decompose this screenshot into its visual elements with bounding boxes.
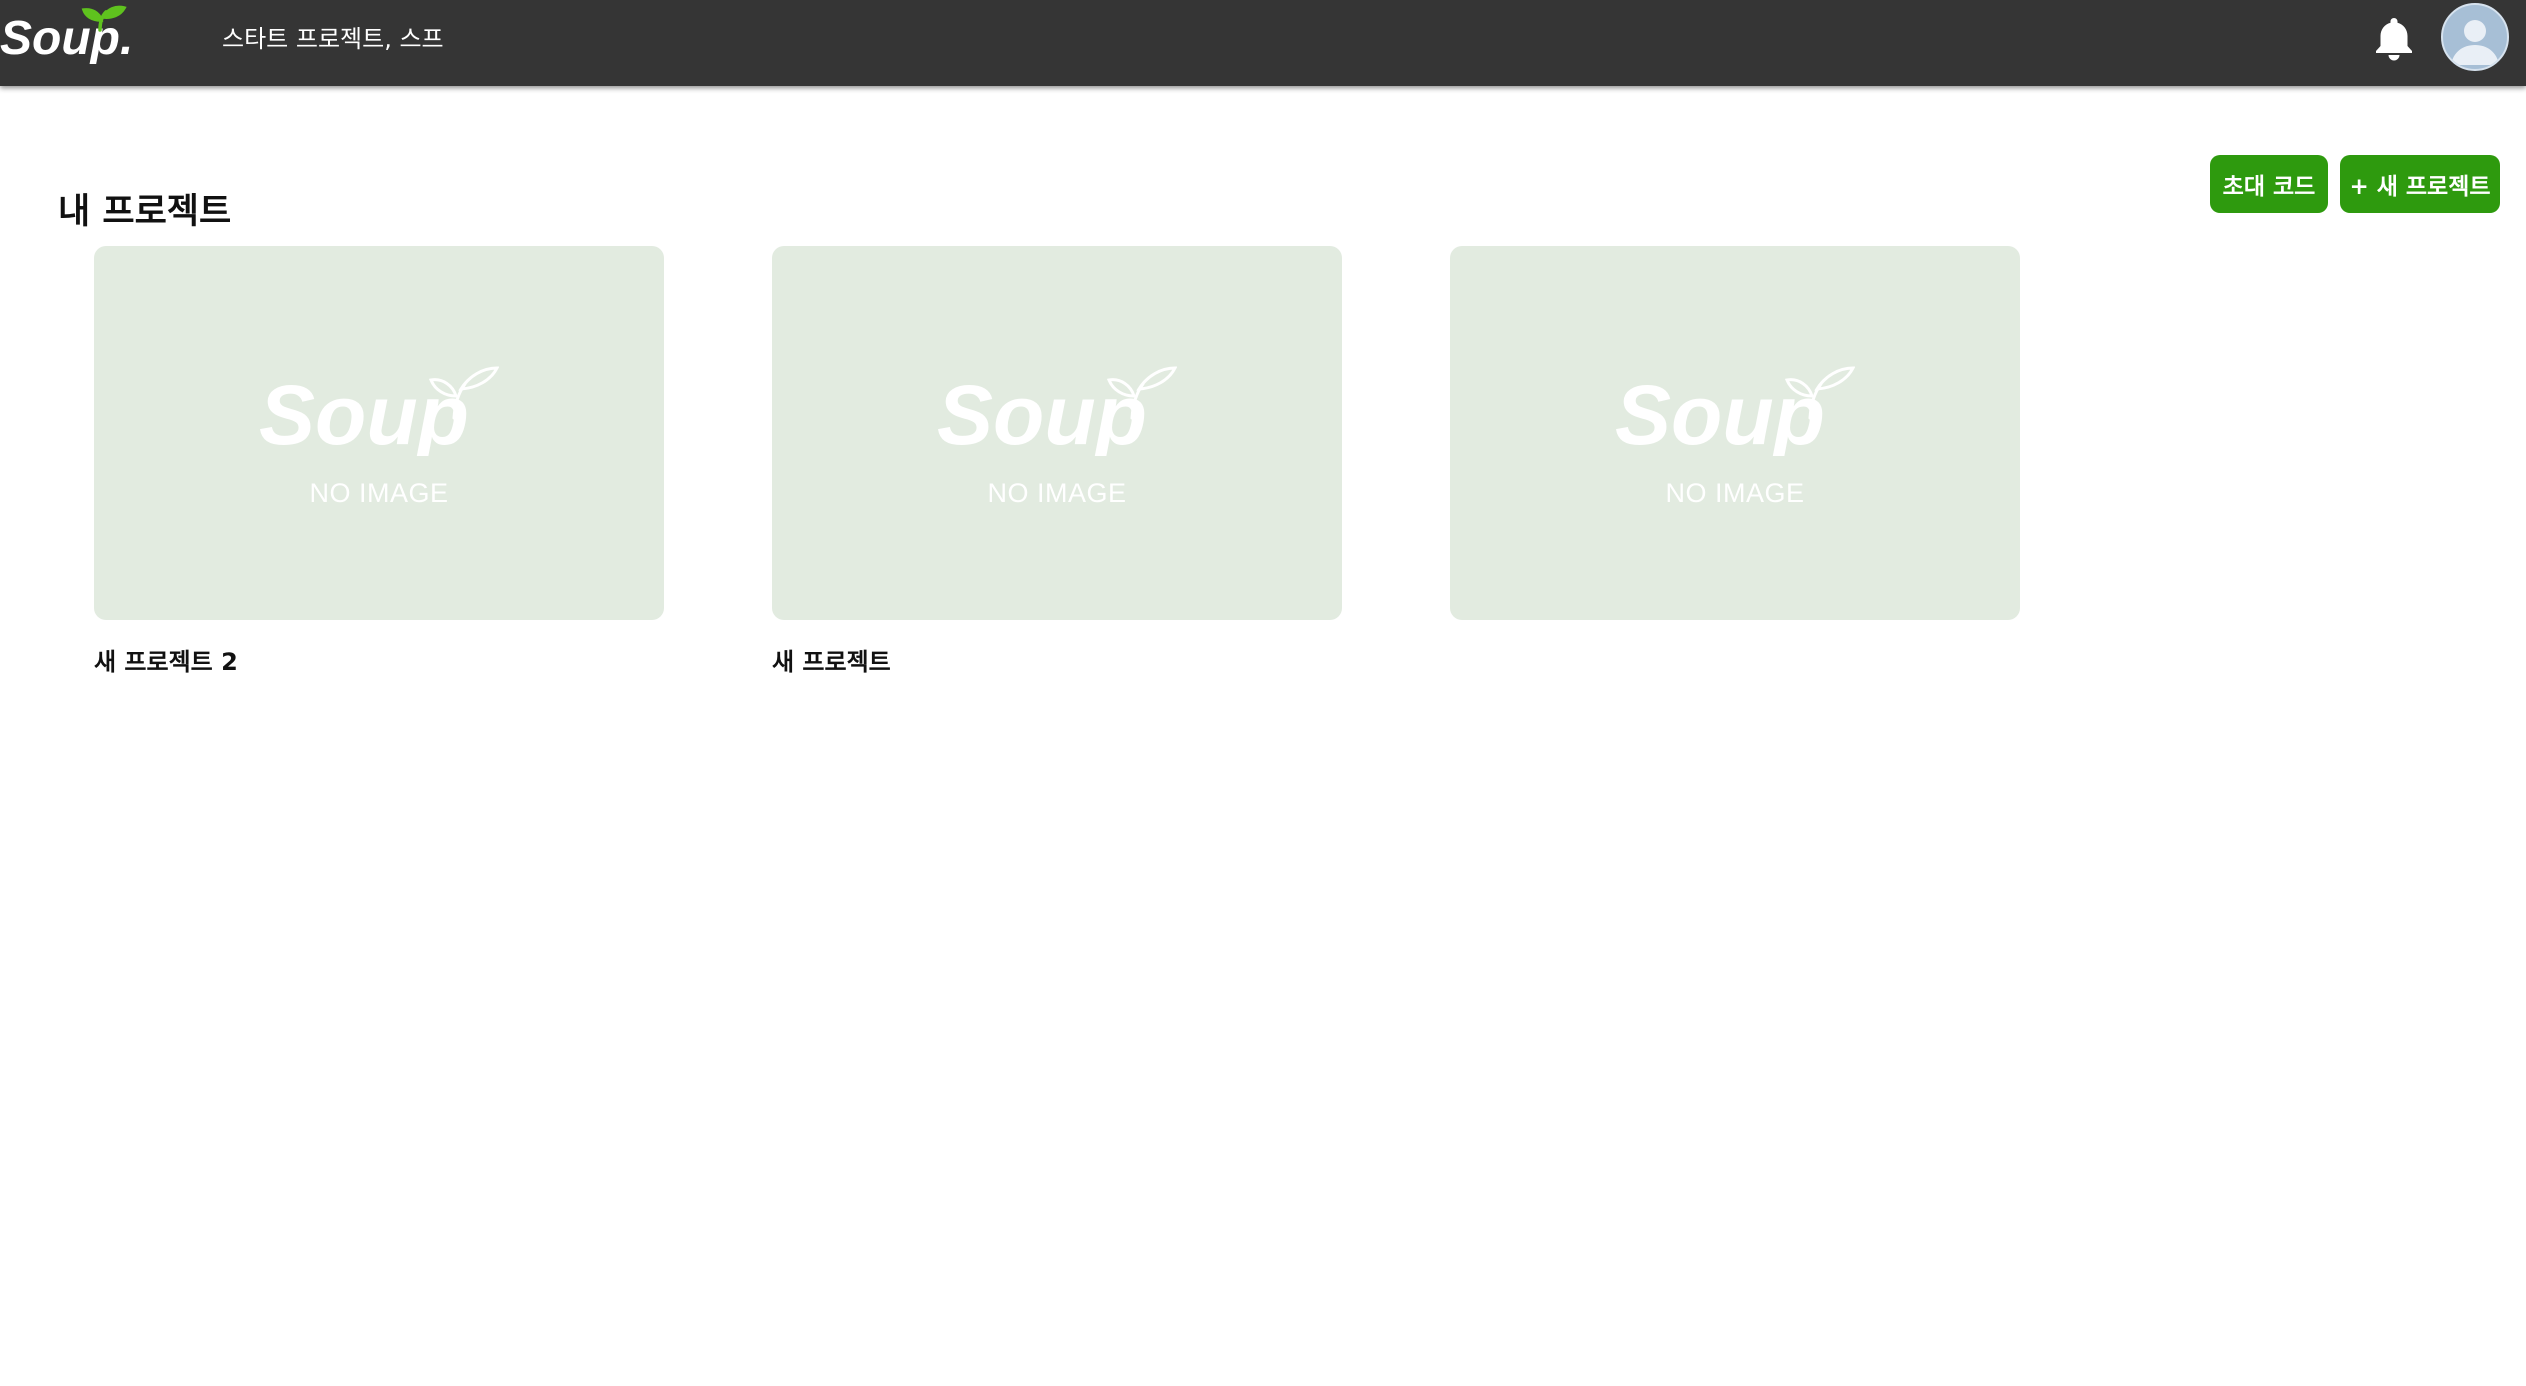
soup-placeholder-logo: Soup: [259, 366, 499, 456]
no-image-label: NO IMAGE: [1665, 478, 1805, 508]
project-card[interactable]: Soup NO IMAGE: [1450, 246, 2020, 674]
project-thumbnail: Soup NO IMAGE: [94, 246, 664, 620]
soup-placeholder-logo: Soup: [937, 366, 1177, 456]
no-image-label: NO IMAGE: [987, 478, 1127, 508]
project-thumbnail: Soup NO IMAGE: [1450, 246, 2020, 620]
bell-icon[interactable]: [2372, 14, 2416, 62]
project-title[interactable]: 새 프로젝트 2: [94, 642, 664, 676]
svg-text:Soup.: Soup.: [0, 12, 130, 65]
soup-logo[interactable]: Soup.: [0, 4, 130, 66]
soup-placeholder-logo: Soup: [1615, 366, 1855, 456]
no-image-label: NO IMAGE: [309, 478, 449, 508]
project-thumbnail: Soup NO IMAGE: [772, 246, 1342, 620]
project-title[interactable]: 새 프로젝트: [772, 642, 1342, 676]
project-title[interactable]: [1450, 642, 2020, 674]
project-card[interactable]: Soup NO IMAGE 새 프로젝트 2: [94, 246, 664, 676]
top-navigation-bar: Soup. 스타트 프로젝트, 스프: [0, 0, 2526, 86]
new-project-button[interactable]: + 새 프로젝트: [2340, 155, 2500, 213]
page-title: 내 프로젝트: [58, 192, 232, 233]
app-tagline: 스타트 프로젝트, 스프: [222, 25, 444, 53]
user-avatar-icon: [2451, 20, 2499, 65]
invite-code-button[interactable]: 초대 코드: [2210, 155, 2328, 213]
project-card[interactable]: Soup NO IMAGE 새 프로젝트: [772, 246, 1342, 676]
user-avatar[interactable]: [2441, 3, 2509, 71]
